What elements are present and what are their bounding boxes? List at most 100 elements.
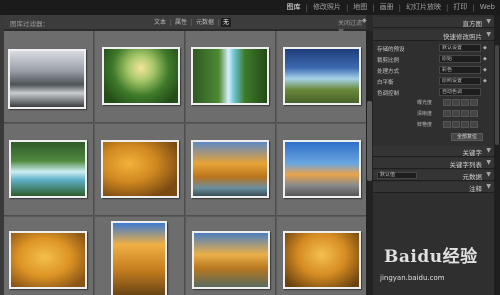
decrease-large-button[interactable] xyxy=(443,110,451,117)
decrease-large-button[interactable] xyxy=(443,121,451,128)
dropdown-arrow-icon: ◆ xyxy=(362,17,367,24)
photo-thumbnail-trees-reflection[interactable] xyxy=(192,231,270,289)
grid-cell[interactable] xyxy=(186,217,276,295)
grid-cell[interactable] xyxy=(95,124,185,216)
expand-triangle-icon: ▼ xyxy=(486,147,491,154)
grid-cell[interactable] xyxy=(186,124,276,216)
watermark-logo: Baidu经验 xyxy=(384,247,478,267)
metadata-preset-select[interactable]: 默认值 xyxy=(377,172,417,179)
photo-thumbnail-cascade-pool[interactable] xyxy=(9,140,87,198)
grid-cell[interactable] xyxy=(277,217,366,295)
tone-control-row: 色调控制 自动色调 xyxy=(377,88,493,97)
photo-thumbnail-waterfall-forest[interactable] xyxy=(191,47,269,105)
photo-thumbnail-golden-grove[interactable] xyxy=(283,231,361,289)
filter-divider xyxy=(191,19,193,26)
white-balance-label: 白平衡 xyxy=(377,80,394,86)
grid-scroll-thumb[interactable] xyxy=(367,101,372,181)
decrease-small-button[interactable] xyxy=(452,121,460,128)
tab-print[interactable]: 打印 xyxy=(448,0,472,15)
tab-book[interactable]: 画册 xyxy=(375,0,399,15)
baidu-watermark: Baidu经验 jingyan.baidu.com xyxy=(372,238,492,292)
expand-triangle-icon: ▼ xyxy=(486,183,491,190)
crop-row: 裁剪比例 原始 ◆ xyxy=(377,55,493,64)
keywording-label: 关键字 xyxy=(462,149,483,157)
increase-large-button[interactable] xyxy=(470,99,478,106)
filter-none-option[interactable]: 无 xyxy=(221,18,232,27)
tab-map[interactable]: 地图 xyxy=(348,0,372,15)
filter-options: 文本 属性 元数据 无 xyxy=(152,17,232,28)
saved-preset-select[interactable]: 默认设置 xyxy=(439,44,481,52)
increase-large-button[interactable] xyxy=(470,110,478,117)
white-balance-select[interactable]: 原照设置 xyxy=(439,77,481,85)
tab-web[interactable]: Web xyxy=(475,0,500,15)
filter-attribute-option[interactable]: 属性 xyxy=(173,18,189,27)
module-bar: 图库 | 修改照片 | 地图 | 画册 | 幻灯片放映 | 打印 | Web xyxy=(0,0,500,15)
right-panel-scrollbar[interactable] xyxy=(494,15,500,295)
grid-cell[interactable] xyxy=(277,124,366,216)
increase-small-button[interactable] xyxy=(461,99,469,106)
filter-text-option[interactable]: 文本 xyxy=(152,18,168,27)
metadata-label: 元数据 xyxy=(462,173,483,181)
grid-cell[interactable] xyxy=(4,31,94,123)
photo-thumbnail-autumn-pond[interactable] xyxy=(191,140,269,198)
photo-thumbnail-blue-lake-forest[interactable] xyxy=(283,47,361,105)
auto-tone-button[interactable]: 自动色调 xyxy=(439,88,481,96)
histogram-header[interactable]: 直方图 ▼ xyxy=(373,17,494,28)
comments-label: 注释 xyxy=(469,185,482,193)
metadata-header[interactable]: 默认值 元数据 ▼ xyxy=(373,170,494,181)
filter-title: 图库过滤器： xyxy=(10,20,49,28)
photo-thumbnail-misty-mountains[interactable] xyxy=(8,49,86,109)
photo-thumbnail-tall-golden-tree[interactable] xyxy=(111,221,167,295)
tone-control-label: 色调控制 xyxy=(377,91,400,97)
vibrance-label: 鲜艳度 xyxy=(417,122,433,128)
photo-thumbnail-poplar-desert[interactable] xyxy=(9,231,87,289)
vibrance-steppers xyxy=(443,121,478,128)
photo-thumbnail-golden-trees[interactable] xyxy=(101,140,179,198)
keywording-header[interactable]: 关键字 ▼ xyxy=(373,146,494,157)
quick-develop-label: 快速修改照片 xyxy=(443,33,482,41)
exposure-row: 曝光度 xyxy=(377,99,493,107)
photo-thumbnail-jungle-palms[interactable] xyxy=(102,47,180,105)
decrease-small-button[interactable] xyxy=(452,110,460,117)
grid-cell[interactable] xyxy=(277,31,366,123)
decrease-large-button[interactable] xyxy=(443,99,451,106)
dropdown-arrow-icon: ◆ xyxy=(483,45,487,51)
dropdown-arrow-icon: ◆ xyxy=(483,56,487,62)
quick-develop-header[interactable]: 快速修改照片 ▼ xyxy=(373,30,494,41)
grid-cell[interactable] xyxy=(186,31,276,123)
grid-cell[interactable] xyxy=(4,124,94,216)
filter-metadata-option[interactable]: 元数据 xyxy=(194,18,216,27)
comments-header[interactable]: 注释 ▼ xyxy=(373,182,494,193)
collapse-triangle-icon: ▼ xyxy=(486,18,491,25)
keyword-list-header[interactable]: 关键字列表 ▼ xyxy=(373,158,494,169)
clarity-row: 清晰度 xyxy=(377,110,493,118)
decrease-small-button[interactable] xyxy=(452,99,460,106)
increase-small-button[interactable] xyxy=(461,121,469,128)
saved-preset-row: 存储的预设 默认设置 ◆ xyxy=(377,44,493,53)
grid-cell[interactable] xyxy=(4,217,94,295)
exposure-label: 曝光度 xyxy=(417,100,433,106)
increase-small-button[interactable] xyxy=(461,110,469,117)
crop-select[interactable]: 原始 xyxy=(439,55,481,63)
reset-all-button[interactable]: 全部复位 xyxy=(451,133,483,141)
module-tabs: 图库 | 修改照片 | 地图 | 画册 | 幻灯片放映 | 打印 | Web xyxy=(282,0,500,15)
histogram-label: 直方图 xyxy=(462,20,483,28)
white-balance-row: 白平衡 原照设置 ◆ xyxy=(377,77,493,86)
right-panel-scroll-thumb[interactable] xyxy=(495,45,499,145)
vibrance-row: 鲜艳度 xyxy=(377,121,493,129)
exposure-steppers xyxy=(443,99,478,106)
tab-develop[interactable]: 修改照片 xyxy=(308,0,346,15)
photo-thumbnail-road-fence[interactable] xyxy=(283,140,361,198)
treatment-row: 处理方式 彩色 ◆ xyxy=(377,66,493,75)
saved-preset-label: 存储的预设 xyxy=(377,47,405,53)
expand-triangle-icon: ▼ xyxy=(486,171,491,178)
grid-cell[interactable] xyxy=(95,31,185,123)
increase-large-button[interactable] xyxy=(470,121,478,128)
clarity-label: 清晰度 xyxy=(417,111,433,117)
dropdown-arrow-icon: ◆ xyxy=(483,78,487,84)
tab-slideshow[interactable]: 幻灯片放映 xyxy=(401,0,446,15)
tab-library[interactable]: 图库 xyxy=(282,0,306,15)
grid-cell[interactable] xyxy=(95,217,185,295)
treatment-select[interactable]: 彩色 xyxy=(439,66,481,74)
expand-triangle-icon: ▼ xyxy=(486,159,491,166)
